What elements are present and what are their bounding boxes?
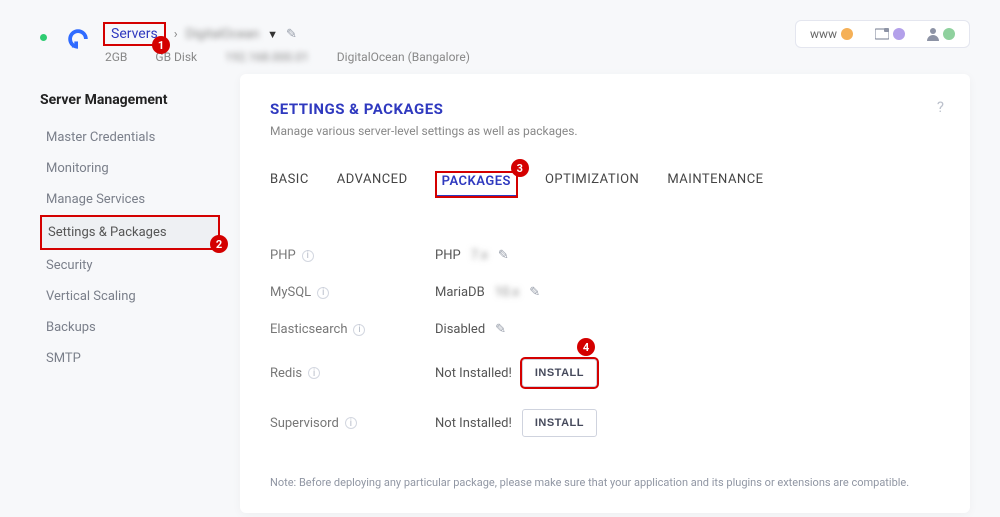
blurred-version: 10.x: [495, 285, 520, 300]
annotation-2: 2: [210, 235, 228, 253]
info-icon[interactable]: i: [345, 417, 357, 429]
sidebar-item-security[interactable]: Security: [40, 250, 220, 281]
sidebar-item-smtp[interactable]: SMTP: [40, 343, 220, 374]
status-dot-icon: [40, 34, 47, 41]
package-row-redis: Redisi Not Installed! INSTALL 4: [270, 348, 940, 398]
top-bar: Servers › DigitalOcean ▼ ✎ 2GB GB Disk 1…: [0, 0, 1000, 74]
main-panel: SETTINGS & PACKAGES Manage various serve…: [240, 74, 970, 513]
chevron-down-icon[interactable]: ▼: [267, 28, 278, 41]
package-row-php: PHP i PHP 7.x ✎: [270, 237, 940, 274]
package-row-elasticsearch: Elasticsearch i Disabled ✎: [270, 311, 940, 348]
package-value: PHP: [435, 248, 461, 263]
annotation-1: 1: [152, 36, 170, 54]
sidebar-item-settings-packages[interactable]: Settings & Packages 2: [40, 215, 220, 250]
user-indicator[interactable]: [927, 27, 955, 41]
install-supervisord-button[interactable]: INSTALL: [522, 409, 597, 437]
panel-subtitle: Manage various server-level settings as …: [270, 124, 940, 138]
app-indicator[interactable]: [875, 28, 905, 40]
help-icon[interactable]: ?: [937, 98, 944, 116]
tabs: BASIC ADVANCED PACKAGES 3 OPTIMIZATION M…: [270, 172, 940, 197]
www-indicator[interactable]: www: [810, 27, 853, 41]
card-icon: [875, 28, 889, 40]
footer-note: Note: Before deploying any particular pa…: [270, 476, 940, 489]
package-value: MariaDB: [435, 285, 485, 300]
sidebar-item-manage-services[interactable]: Manage Services: [40, 184, 220, 215]
server-ram: 2GB: [105, 50, 127, 64]
package-value: Disabled: [435, 322, 485, 337]
user-icon: [927, 27, 939, 41]
status-dot-icon: [943, 28, 955, 40]
package-label: PHP: [270, 248, 296, 263]
pencil-icon[interactable]: ✎: [495, 322, 506, 337]
status-dot-icon: [841, 28, 853, 40]
sidebar-item-backups[interactable]: Backups: [40, 312, 220, 343]
packages-list: PHP i PHP 7.x ✎ MySQL i MariaDB 10.x ✎ Ela…: [270, 237, 940, 448]
package-row-supervisord: Supervisord i Not Installed! INSTALL: [270, 398, 940, 448]
annotation-4: 4: [577, 338, 595, 356]
package-row-mysql: MySQL i MariaDB 10.x ✎: [270, 274, 940, 311]
sidebar: Server Management Master Credentials Mon…: [40, 74, 220, 513]
sidebar-item-label: Settings & Packages: [48, 225, 167, 240]
install-redis-button[interactable]: INSTALL: [522, 359, 597, 387]
package-label: Supervisord: [270, 416, 339, 431]
info-icon[interactable]: i: [353, 324, 365, 336]
pencil-icon[interactable]: ✎: [498, 248, 509, 263]
server-name: DigitalOcean: [186, 27, 260, 42]
pencil-icon[interactable]: ✎: [286, 27, 297, 42]
status-dot-icon: [893, 28, 905, 40]
package-value: Not Installed!: [435, 366, 512, 381]
server-ip: 192.168.000.01: [225, 50, 309, 64]
tab-optimization[interactable]: OPTIMIZATION: [545, 172, 639, 197]
panel-title: SETTINGS & PACKAGES: [270, 100, 940, 118]
tab-basic[interactable]: BASIC: [270, 172, 309, 197]
sidebar-item-master-credentials[interactable]: Master Credentials: [40, 122, 220, 153]
digitalocean-logo-icon: [67, 28, 89, 50]
info-icon[interactable]: i: [302, 250, 314, 262]
tab-maintenance[interactable]: MAINTENANCE: [667, 172, 763, 197]
blurred-version: 7.x: [471, 248, 488, 263]
info-icon[interactable]: i: [317, 287, 329, 299]
package-label: Elasticsearch: [270, 322, 347, 337]
tab-advanced[interactable]: ADVANCED: [337, 172, 408, 197]
sidebar-item-monitoring[interactable]: Monitoring: [40, 153, 220, 184]
server-provider: DigitalOcean (Bangalore): [337, 50, 470, 64]
package-value: Not Installed!: [435, 416, 512, 431]
package-label: Redis: [270, 366, 302, 381]
sidebar-item-vertical-scaling[interactable]: Vertical Scaling: [40, 281, 220, 312]
sidebar-title: Server Management: [40, 92, 220, 108]
top-right-panel: www: [795, 20, 970, 48]
info-icon[interactable]: i: [308, 367, 320, 379]
tab-packages[interactable]: PACKAGES 3: [436, 172, 517, 197]
package-label: MySQL: [270, 285, 311, 300]
www-label: www: [810, 27, 837, 41]
tab-label: PACKAGES: [442, 174, 511, 189]
annotation-3: 3: [511, 159, 529, 177]
pencil-icon[interactable]: ✎: [529, 285, 540, 300]
